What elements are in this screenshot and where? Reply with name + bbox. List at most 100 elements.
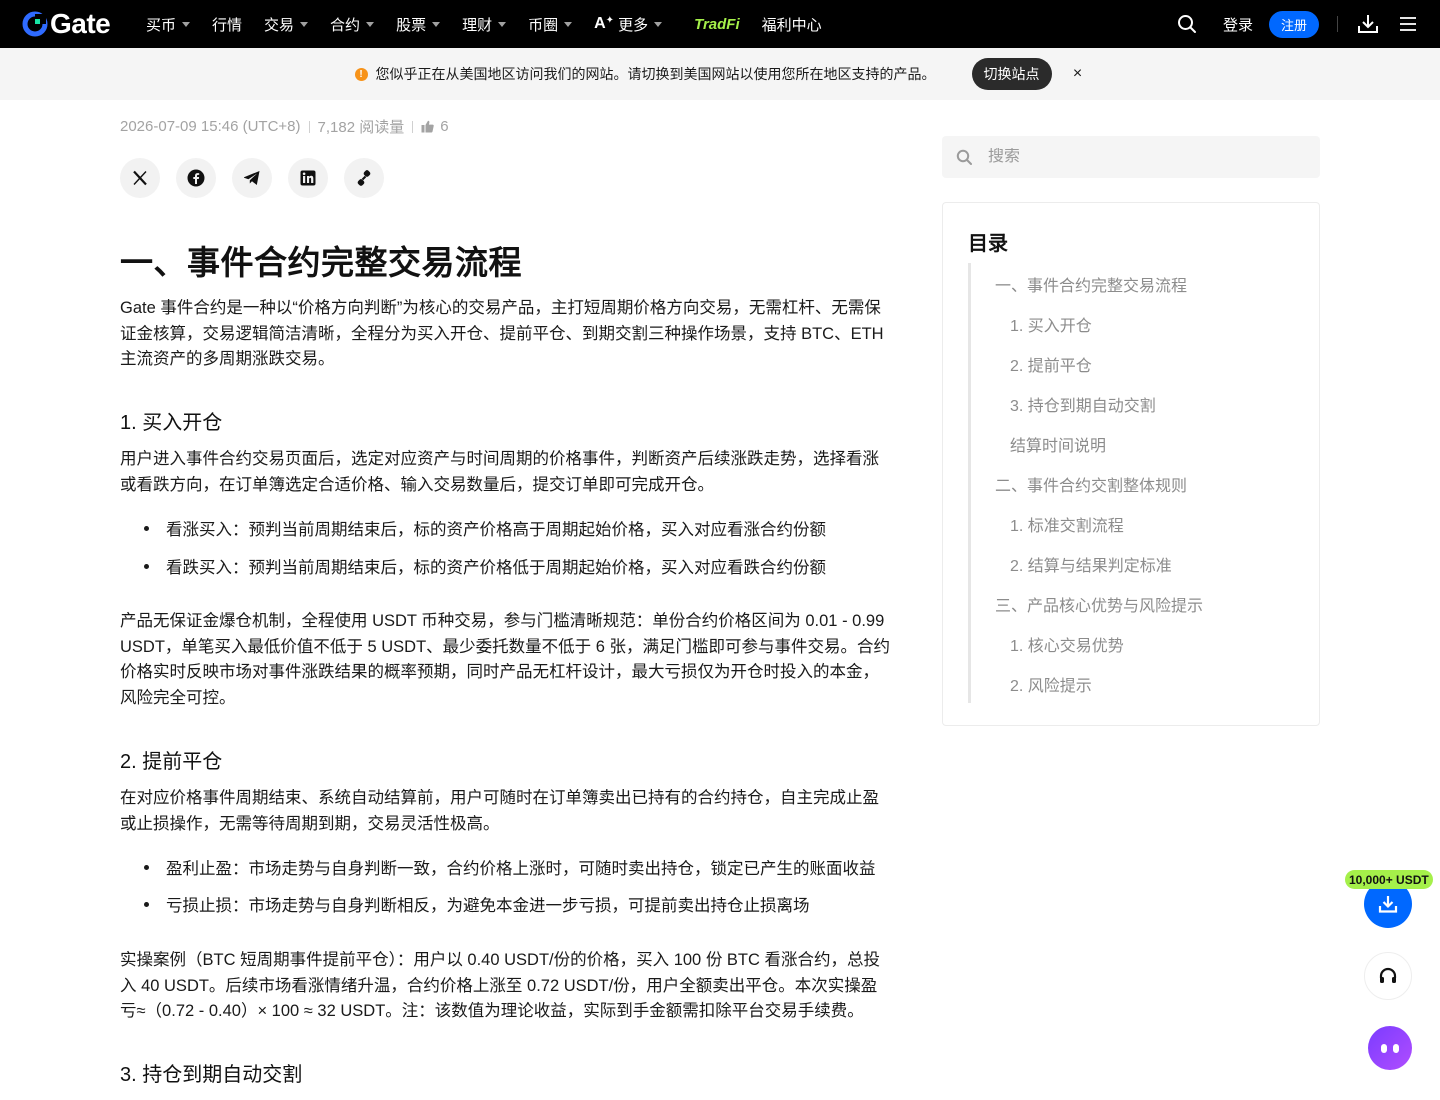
meta-divider bbox=[308, 120, 310, 133]
copy-link-button[interactable] bbox=[344, 158, 384, 198]
nav-label: 买币 bbox=[146, 16, 177, 34]
paragraph: 产品无保证金爆仓机制，全程使用 USDT 币种交易，参与门槛清晰规范：单份合约价… bbox=[120, 612, 891, 707]
toc-item[interactable]: 1. 买入开仓 bbox=[1010, 312, 1092, 336]
caret-down-icon bbox=[432, 21, 441, 27]
bullet-dot bbox=[144, 864, 149, 870]
ai-assistant-button[interactable] bbox=[1368, 1026, 1412, 1070]
intro-paragraph: Gate 事件合约是一种以“价格方向判断”为核心的交易产品，主打短周期价格方向交… bbox=[120, 299, 884, 368]
nav-label: 交易 bbox=[264, 16, 295, 34]
switch-site-button[interactable]: 切换站点 bbox=[971, 58, 1052, 90]
nav-label: 币圈 bbox=[528, 16, 559, 34]
customer-support-button[interactable] bbox=[1364, 952, 1412, 1000]
toc-item[interactable]: 二、事件合约交割整体规则 bbox=[995, 472, 1187, 496]
toc-title: 目录 bbox=[968, 233, 1008, 255]
nav-label: 行情 bbox=[212, 16, 243, 34]
subsection-heading: 2. 提前平仓 bbox=[120, 751, 223, 773]
nav-buy-crypto[interactable]: 买币 bbox=[146, 14, 191, 35]
toc-item[interactable]: 一、事件合约完整交易流程 bbox=[995, 272, 1187, 296]
list-item-text: 亏损止损：市场走势与自身判断相反，为避免本金进一步亏损，可提前卖出持仓止损离场 bbox=[166, 897, 810, 915]
list-item-text: 盈利止盈：市场走势与自身判断一致，合约价格上涨时，可随时卖出持仓，锁定已产生的账… bbox=[166, 860, 876, 878]
nav-label: 理财 bbox=[462, 16, 493, 34]
menu-icon[interactable] bbox=[1392, 8, 1424, 40]
gate-logo[interactable]: Gate bbox=[22, 8, 132, 39]
toc-item[interactable]: 1. 核心交易优势 bbox=[1010, 632, 1124, 656]
table-of-contents: 目录 一、事件合约完整交易流程 1. 买入开仓 2. 提前平仓 3. 持仓到期自… bbox=[942, 202, 1320, 726]
bullet-dot bbox=[144, 525, 149, 531]
login-link[interactable]: 登录 bbox=[1223, 14, 1253, 35]
nav-actions: 登录 注册 bbox=[1171, 0, 1440, 48]
signup-button[interactable]: 注册 bbox=[1268, 10, 1319, 38]
toc-item[interactable]: 2. 提前平仓 bbox=[1010, 352, 1092, 376]
nav-label: 福利中心 bbox=[761, 16, 822, 34]
list-item-text: 看涨买入：预判当前周期结束后，标的资产价格高于周期起始价格，买入对应看涨合约份额 bbox=[166, 521, 826, 539]
list-item: 看涨买入：预判当前周期结束后，标的资产价格高于周期起始价格，买入对应看涨合约份额 bbox=[120, 516, 826, 540]
caret-down-icon bbox=[182, 21, 191, 27]
main-menu: 买币 行情 交易 合约 股票 理财 币圈 A✦ 更多 TradFi 福利中心 bbox=[146, 0, 844, 48]
download-icon[interactable] bbox=[1352, 8, 1384, 40]
share-facebook-button[interactable] bbox=[176, 158, 216, 198]
warning-icon: ! bbox=[354, 67, 368, 81]
caret-down-icon bbox=[498, 21, 507, 27]
thumbs-up-icon[interactable] bbox=[421, 120, 434, 133]
paragraph: 用户进入事件合约交易页面后，选定对应资产与时间周期的价格事件，判断资产后续涨跌走… bbox=[120, 450, 879, 494]
nav-more[interactable]: A✦ 更多 bbox=[594, 14, 663, 35]
bullet-dot bbox=[144, 563, 149, 569]
bot-eye-icon bbox=[1393, 1043, 1399, 1053]
nav-label: 合约 bbox=[330, 16, 361, 34]
list-item: 亏损止损：市场走势与自身判断相反，为避免本金进一步亏损，可提前卖出持仓止损离场 bbox=[120, 892, 810, 916]
subsection-heading: 3. 持仓到期自动交割 bbox=[120, 1064, 303, 1086]
article-meta: 2026-07-09 15:46 (UTC+8) 7,182 阅读量 6 bbox=[120, 116, 449, 137]
list-item: 盈利止盈：市场走势与自身判断一致，合约价格上涨时，可随时卖出持仓，锁定已产生的账… bbox=[120, 855, 876, 879]
like-count: 6 bbox=[440, 118, 449, 135]
toc-track bbox=[968, 263, 971, 703]
toc-item[interactable]: 3. 持仓到期自动交割 bbox=[1010, 392, 1156, 416]
search-input[interactable] bbox=[988, 148, 1288, 166]
close-icon[interactable]: × bbox=[1070, 65, 1086, 83]
toc-item[interactable]: 2. 风险提示 bbox=[1010, 672, 1092, 696]
nav-community[interactable]: 币圈 bbox=[528, 14, 573, 35]
nav-markets[interactable]: 行情 bbox=[212, 14, 242, 35]
search-icon[interactable] bbox=[1171, 8, 1203, 40]
headset-icon bbox=[1379, 967, 1397, 983]
subsection-heading: 1. 买入开仓 bbox=[120, 412, 223, 434]
nav-futures[interactable]: 合约 bbox=[330, 14, 375, 35]
nav-earn[interactable]: 理财 bbox=[462, 14, 507, 35]
ai-sparkle-icon: A✦ bbox=[594, 15, 615, 32]
caret-down-icon bbox=[366, 21, 375, 27]
nav-divider bbox=[1337, 16, 1338, 32]
list-item: 看跌买入：预判当前周期结束后，标的资产价格低于周期起始价格，买入对应看跌合约份额 bbox=[120, 554, 826, 578]
share-x-button[interactable] bbox=[120, 158, 160, 198]
meta-divider bbox=[412, 120, 414, 133]
share-buttons bbox=[120, 158, 400, 198]
publish-datetime: 2026-07-09 15:46 (UTC+8) bbox=[120, 118, 301, 135]
notice-text: 您似乎正在从美国地区访问我们的网站。请切换到美国网站以使用您所在地区支持的产品。 bbox=[375, 66, 936, 82]
caret-down-icon bbox=[564, 21, 573, 27]
nav-label: 股票 bbox=[396, 16, 427, 34]
toc-item[interactable]: 三、产品核心优势与风险提示 bbox=[995, 592, 1203, 616]
list-item-text: 看跌买入：预判当前周期结束后，标的资产价格低于周期起始价格，买入对应看跌合约份额 bbox=[166, 559, 826, 577]
section-heading: 一、事件合约完整交易流程 bbox=[120, 244, 522, 281]
top-navigation: Gate 买币 行情 交易 合约 股票 理财 币圈 A✦ 更多 TradFi 福… bbox=[0, 0, 1440, 48]
nav-stocks[interactable]: 股票 bbox=[396, 14, 441, 35]
share-linkedin-button[interactable] bbox=[288, 158, 328, 198]
nav-tradfi[interactable]: TradFi bbox=[694, 16, 740, 33]
article-search bbox=[942, 136, 1320, 178]
view-count: 7,182 阅读量 bbox=[317, 119, 405, 136]
search-icon bbox=[956, 149, 972, 165]
caret-down-icon bbox=[654, 21, 663, 27]
toc-item[interactable]: 2. 结算与结果判定标准 bbox=[1010, 552, 1172, 576]
facebook-icon bbox=[187, 169, 205, 187]
bot-eye-icon bbox=[1381, 1043, 1387, 1053]
paragraph: 在对应价格事件周期结束、系统自动结算前，用户可随时在订单簿卖出已持有的合约持仓，… bbox=[120, 789, 879, 833]
nav-label: 更多 bbox=[618, 16, 649, 34]
nav-welfare-center[interactable]: 福利中心 bbox=[762, 14, 822, 35]
linkedin-icon bbox=[300, 170, 316, 186]
reward-badge: 10,000+ USDT bbox=[1345, 870, 1433, 889]
share-telegram-button[interactable] bbox=[232, 158, 272, 198]
brand-name: Gate bbox=[50, 8, 111, 39]
toc-item[interactable]: 结算时间说明 bbox=[1010, 432, 1106, 456]
x-logo-icon bbox=[133, 170, 147, 186]
nav-trade[interactable]: 交易 bbox=[264, 14, 309, 35]
toc-item[interactable]: 1. 标准交割流程 bbox=[1010, 512, 1124, 536]
paragraph: 实操案例（BTC 短周期事件提前平仓）：用户以 0.40 USDT/份的价格，买… bbox=[120, 951, 880, 1020]
